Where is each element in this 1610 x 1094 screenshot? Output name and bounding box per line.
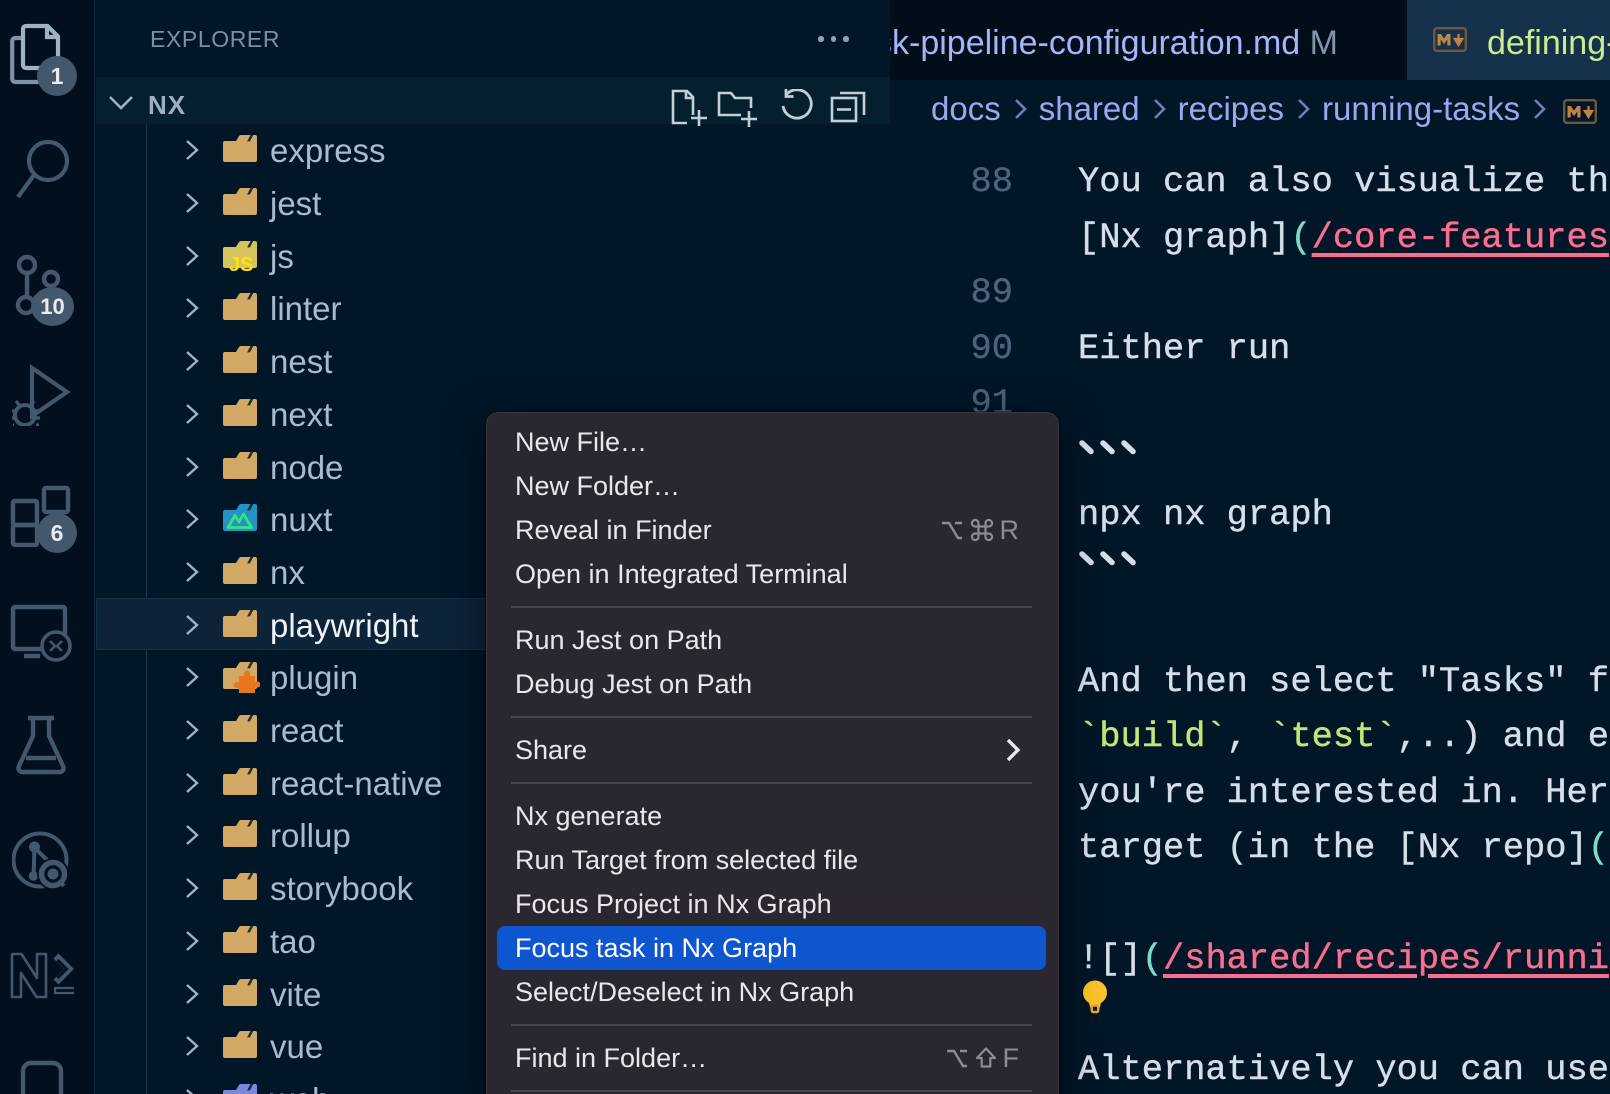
svg-text:JS: JS [229, 254, 253, 271]
